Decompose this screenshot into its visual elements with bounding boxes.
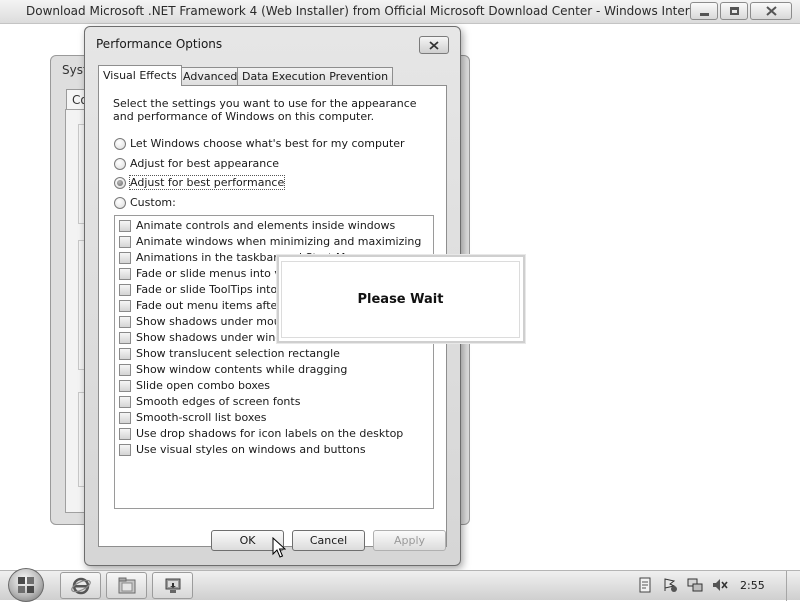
list-item[interactable]: Slide open combo boxes — [119, 379, 270, 392]
close-icon — [429, 40, 439, 50]
ie-window-title: Download Microsoft .NET Framework 4 (Web… — [26, 4, 706, 18]
windows-logo-icon — [18, 577, 34, 593]
network-icon[interactable] — [687, 577, 703, 593]
checkbox[interactable] — [119, 315, 131, 328]
taskbar-windows-explorer[interactable] — [106, 572, 147, 599]
ie-title-bar[interactable]: Download Microsoft .NET Framework 4 (Web… — [0, 0, 800, 24]
list-item[interactable]: Show translucent selection rectangle — [119, 347, 340, 360]
radio-label: Adjust for best performance — [128, 175, 286, 190]
volume-muted-icon[interactable] — [712, 577, 728, 593]
action-center-icon[interactable] — [662, 577, 678, 593]
windows-explorer-icon — [118, 577, 135, 593]
maximize-icon — [729, 7, 739, 15]
please-wait-popup: Please Wait — [277, 255, 525, 343]
checkbox-label: Use visual styles on windows and buttons — [136, 443, 366, 456]
minimize-button[interactable] — [690, 2, 718, 20]
ie-caption-buttons — [690, 2, 792, 20]
please-wait-text: Please Wait — [281, 261, 520, 338]
checkbox[interactable] — [119, 427, 131, 440]
list-item[interactable]: Use drop shadows for icon labels on the … — [119, 427, 403, 440]
system-properties-icon — [165, 578, 180, 593]
checkbox-label: Smooth edges of screen fonts — [136, 395, 301, 408]
list-item[interactable]: Use visual styles on windows and buttons — [119, 443, 366, 456]
radio-best-appearance[interactable]: Adjust for best appearance — [114, 157, 279, 170]
minimize-icon — [699, 12, 709, 16]
tab-visual-effects[interactable]: Visual Effects — [98, 65, 182, 86]
taskbar-clock[interactable]: 2:55 — [740, 579, 765, 592]
checkbox[interactable] — [119, 267, 131, 280]
checkbox-label: Show window contents while dragging — [136, 363, 348, 376]
checkbox[interactable] — [119, 235, 131, 248]
system-tray — [637, 577, 728, 593]
close-icon — [765, 6, 777, 16]
cancel-button[interactable]: Cancel — [292, 530, 365, 551]
radio-custom[interactable]: Custom: — [114, 196, 176, 209]
radio-button-selected[interactable] — [114, 176, 126, 189]
checkbox[interactable] — [119, 379, 131, 392]
radio-best-performance[interactable]: Adjust for best performance — [114, 175, 286, 190]
list-item[interactable]: Animate controls and elements inside win… — [119, 219, 395, 232]
checkbox[interactable] — [119, 443, 131, 456]
checkbox[interactable] — [119, 411, 131, 424]
checkbox-label: Animate controls and elements inside win… — [136, 219, 396, 232]
checkbox-label: Slide open combo boxes — [136, 379, 271, 392]
radio-button[interactable] — [114, 157, 126, 170]
apply-button[interactable]: Apply — [373, 530, 446, 551]
list-item[interactable]: Smooth-scroll list boxes — [119, 411, 267, 424]
list-item[interactable]: Smooth edges of screen fonts — [119, 395, 300, 408]
taskbar-system-properties[interactable] — [152, 572, 193, 599]
radio-button[interactable] — [114, 196, 126, 209]
checkbox[interactable] — [119, 331, 131, 344]
maximize-button[interactable] — [720, 2, 748, 20]
checkbox-label: Use drop shadows for icon labels on the … — [136, 427, 404, 440]
list-item[interactable]: Show window contents while dragging — [119, 363, 347, 376]
mouse-pointer-icon — [272, 537, 286, 558]
start-button[interactable] — [8, 568, 44, 602]
checkbox-label: Animate windows when minimizing and maxi… — [136, 235, 422, 248]
radio-label: Let Windows choose what's best for my co… — [130, 137, 405, 150]
checkbox-label: Smooth-scroll list boxes — [136, 411, 267, 424]
intro-text: Select the settings you want to use for … — [113, 97, 417, 123]
checkbox[interactable] — [119, 395, 131, 408]
radio-label: Custom: — [130, 196, 176, 209]
checkbox[interactable] — [119, 299, 131, 312]
taskbar: 2:55 — [0, 568, 800, 602]
internet-explorer-icon — [70, 577, 91, 594]
list-item[interactable]: Animate windows when minimizing and maxi… — [119, 235, 421, 248]
radio-button[interactable] — [114, 137, 126, 150]
close-button[interactable] — [750, 2, 792, 20]
checkbox[interactable] — [119, 219, 131, 232]
show-desktop-button[interactable] — [786, 571, 800, 601]
list-item[interactable]: Fade or slide menus into view — [119, 267, 300, 280]
checkbox[interactable] — [119, 347, 131, 360]
dialog-title: Performance Options — [96, 37, 223, 51]
radio-label: Adjust for best appearance — [130, 157, 280, 170]
taskbar-internet-explorer[interactable] — [60, 572, 101, 599]
checkbox-label: Show translucent selection rectangle — [136, 347, 340, 360]
checkbox[interactable] — [119, 283, 131, 296]
checkbox-label: Fade or slide menus into view — [136, 267, 300, 280]
notification-icon[interactable] — [637, 577, 653, 593]
tab-data-execution-prevention[interactable]: Data Execution Prevention — [237, 67, 394, 85]
tab-advanced[interactable]: Advanced — [178, 67, 243, 85]
checkbox[interactable] — [119, 363, 131, 376]
dialog-close-button[interactable] — [419, 36, 449, 54]
checkbox[interactable] — [119, 251, 131, 264]
radio-let-windows-choose[interactable]: Let Windows choose what's best for my co… — [114, 137, 405, 150]
